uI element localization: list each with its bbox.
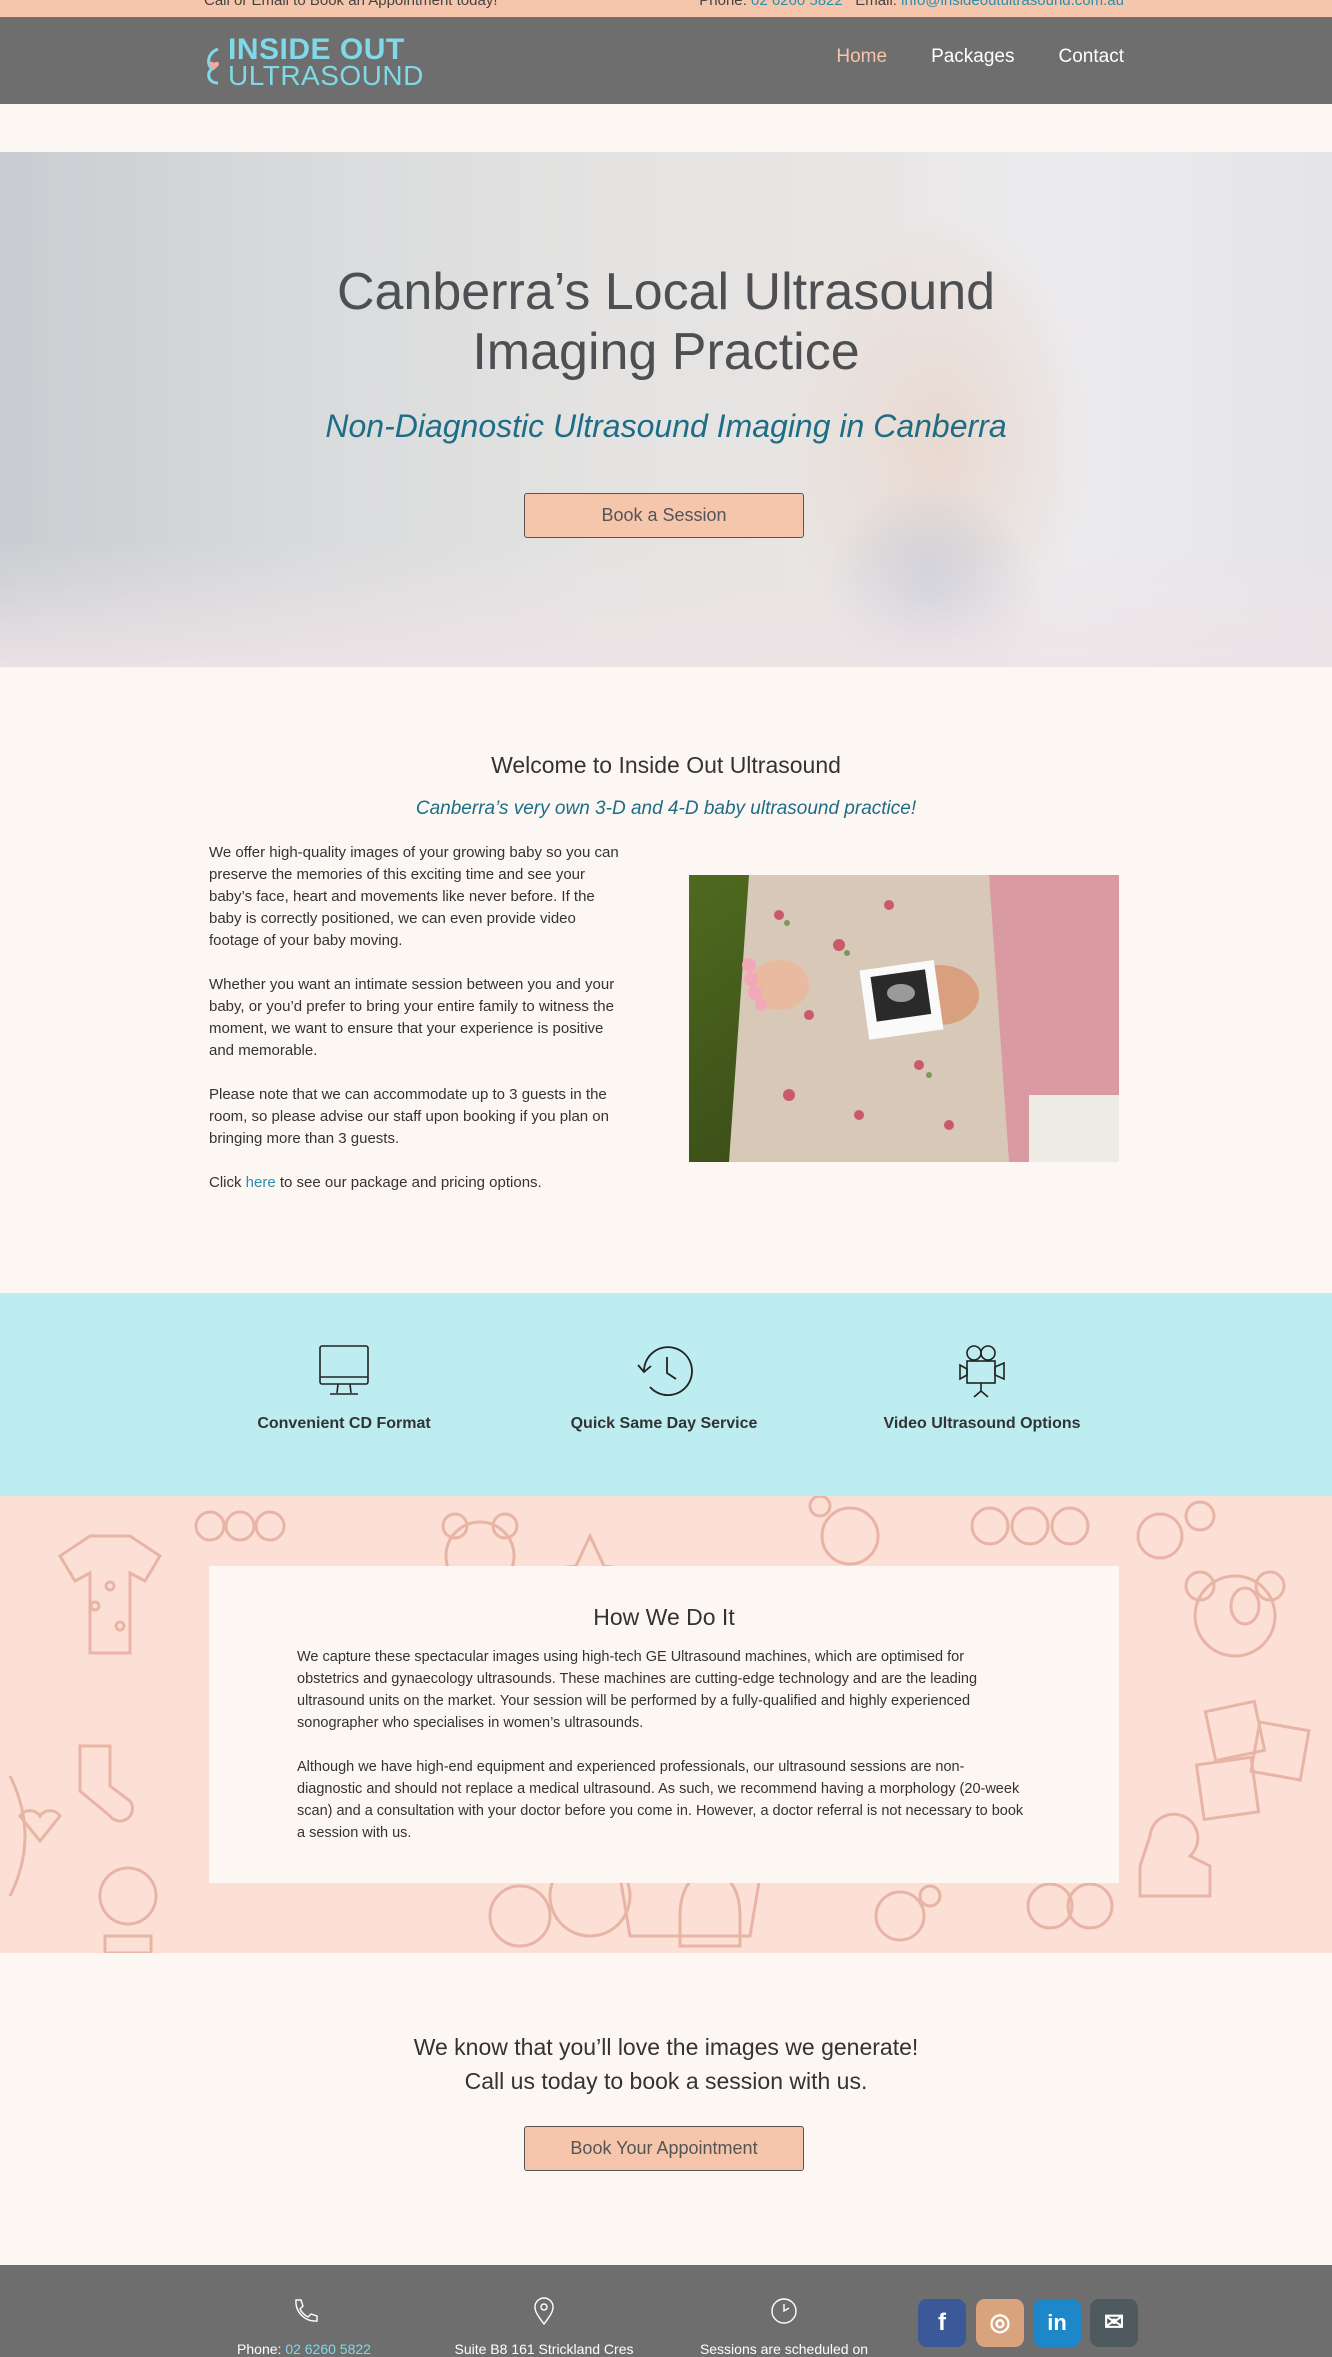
clock-history-icon [637, 1346, 693, 1397]
feature-cd-format: Convenient CD Format [194, 1343, 494, 1433]
topbar-contact: Phone: 02 6260 5822 Email: info@insideou… [699, 0, 1124, 9]
instagram-icon[interactable]: ◎ [976, 2299, 1024, 2347]
feature-video-label: Video Ultrasound Options [883, 1415, 1081, 1432]
how-body: We capture these spectacular images usin… [297, 1646, 1027, 1866]
welcome-paragraph-1: We offer high-quality images of your gro… [209, 844, 619, 949]
footer-phone-text: Phone: 02 6260 5822 [184, 2341, 424, 2357]
site-logo[interactable]: INSIDE OUT ULTRASOUND [204, 33, 423, 91]
book-appointment-button[interactable]: Book Your Appointment [524, 2126, 804, 2171]
welcome-paragraph-3: Please note that we can accommodate up t… [209, 1086, 609, 1147]
hero-title: Canberra’s Local Ultrasound Imaging Prac… [0, 262, 1332, 382]
footer-hours: Sessions are scheduled on [664, 2265, 904, 2357]
video-camera-icon [959, 1345, 1005, 1398]
couple-ultrasound-photo [689, 875, 1119, 1162]
footer-hours-text: Sessions are scheduled on [699, 2341, 869, 2357]
how-title: How We Do It [593, 1604, 735, 1630]
top-contact-bar: Call or Email to Book an Appointment tod… [0, 0, 1332, 17]
facebook-icon[interactable]: f [918, 2299, 966, 2347]
book-session-button[interactable]: Book a Session [524, 493, 804, 538]
feature-same-day-label: Quick Same Day Service [570, 1415, 758, 1432]
hero-background-bedding [0, 542, 1332, 667]
main-navigation: INSIDE OUT ULTRASOUND Home Packages Cont… [0, 17, 1332, 104]
hero-banner: Canberra’s Local Ultrasound Imaging Prac… [0, 152, 1332, 667]
feature-same-day: Quick Same Day Service [514, 1343, 814, 1433]
topbar-email-label: Email: [855, 0, 897, 9]
phone-icon [295, 2299, 318, 2322]
nav-contact[interactable]: Contact [1059, 46, 1124, 68]
how-we-do-it-card: How We Do It We capture these spectacula… [209, 1566, 1119, 1883]
nav-packages[interactable]: Packages [931, 46, 1014, 68]
welcome-title: Welcome to Inside Out Ultrasound [491, 752, 841, 778]
location-pin-icon [534, 2297, 554, 2325]
logo-line2: ULTRASOUND [228, 60, 424, 91]
footer-phone-link[interactable]: 02 6260 5822 [285, 2341, 371, 2357]
footer-address-text: Suite B8 161 Strickland Cres [454, 2341, 634, 2357]
click-text: Click [209, 1174, 246, 1191]
footer-phone: Phone: 02 6260 5822 [184, 2265, 424, 2357]
cta-line1: We know that you’ll love the images we g… [413, 2034, 919, 2060]
couple-photo-illustration [689, 875, 1119, 1162]
hero-subtitle: Non-Diagnostic Ultrasound Imaging in Can… [325, 408, 1007, 444]
hero-title-line2: Imaging Practice [472, 323, 860, 381]
footer-address: Suite B8 161 Strickland Cres [424, 2265, 664, 2357]
features-band: Convenient CD Format Quick Same Day Serv… [0, 1293, 1332, 1496]
site-footer: Phone: 02 6260 5822 Suite B8 161 Strickl… [0, 2265, 1332, 2357]
topbar-email-link[interactable]: info@insideoutultrasound.com.au [901, 0, 1124, 9]
packages-here-link[interactable]: here [246, 1174, 276, 1191]
footer-phone-label: Phone: [237, 2341, 286, 2357]
hero-title-line1: Canberra’s Local Ultrasound [336, 263, 996, 321]
cta-line2: Call us today to book a session with us. [464, 2068, 868, 2094]
welcome-subtitle: Canberra’s very own 3-D and 4-D baby ult… [415, 798, 917, 819]
email-icon[interactable]: ✉ [1090, 2299, 1138, 2347]
welcome-paragraph-4: Click here to see our package and pricin… [209, 1172, 624, 1194]
feature-video: Video Ultrasound Options [832, 1343, 1132, 1433]
monitor-icon [319, 1345, 369, 1395]
logo-mark-icon [207, 47, 220, 85]
how-paragraph-1: We capture these spectacular images usin… [297, 1649, 978, 1731]
topbar-booking-text: Call or Email to Book an Appointment tod… [204, 0, 498, 9]
linkedin-icon[interactable]: in [1033, 2299, 1081, 2347]
welcome-paragraph-2: Whether you want an intimate session bet… [209, 976, 615, 1059]
topbar-phone-link[interactable]: 02 6260 5822 [751, 0, 843, 9]
topbar-phone-label: Phone: [699, 0, 747, 9]
welcome-text: We offer high-quality images of your gro… [209, 842, 624, 1216]
clock-icon [771, 2298, 797, 2324]
feature-cd-label: Convenient CD Format [257, 1415, 431, 1432]
nav-links: Home Packages Contact [836, 46, 1124, 68]
pricing-text: to see our package and pricing options. [275, 1174, 542, 1191]
how-paragraph-2: Although we have high-end equipment and … [297, 1759, 1024, 1841]
nav-home[interactable]: Home [836, 46, 887, 68]
